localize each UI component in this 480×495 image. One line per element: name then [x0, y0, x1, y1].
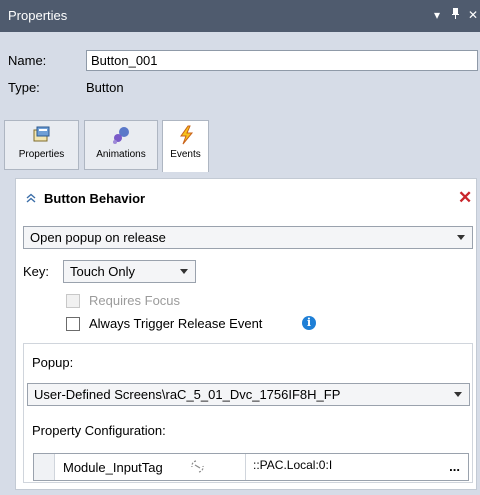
close-icon[interactable]: ✕ [468, 8, 478, 22]
property-config-label: Property Configuration: [32, 423, 166, 438]
key-value: Touch Only [70, 264, 136, 279]
tab-label: Events [170, 149, 201, 160]
chevron-down-icon [454, 392, 462, 397]
requires-focus-checkbox[interactable] [66, 294, 80, 308]
name-field[interactable]: Button_001 [86, 50, 478, 71]
window-title: Properties [8, 8, 68, 23]
tab-properties[interactable]: Properties [4, 120, 79, 170]
animations-icon [111, 125, 131, 145]
key-select[interactable]: Touch Only [63, 260, 196, 283]
behavior-select[interactable]: Open popup on release [23, 226, 473, 249]
type-value: Button [86, 80, 124, 95]
name-label: Name: [8, 53, 47, 68]
requires-focus-label: Requires Focus [89, 293, 181, 308]
popup-label: Popup: [32, 355, 74, 370]
popup-select[interactable]: User-Defined Screens\raC_5_01_Dvc_1756IF… [27, 383, 470, 406]
lightning-icon [176, 125, 196, 145]
collapse-icon[interactable] [26, 191, 36, 206]
pin-icon[interactable] [451, 7, 460, 22]
type-label: Type: [8, 80, 40, 95]
popup-value: User-Defined Screens\raC_5_01_Dvc_1756IF… [34, 387, 341, 402]
tab-label: Animations [96, 149, 146, 160]
property-value[interactable]: ::PAC.Local:0:I [253, 458, 332, 472]
section-title: Button Behavior [44, 191, 146, 206]
property-row: Module_InputTag ::PAC.Local:0:I ... [33, 453, 469, 481]
always-trigger-label: Always Trigger Release Event [89, 316, 263, 331]
behavior-value: Open popup on release [30, 230, 166, 245]
delete-icon[interactable]: ✕ [458, 188, 472, 208]
tab-label: Properties [18, 149, 65, 160]
chevron-down-icon [180, 269, 188, 274]
ellipsis-button[interactable]: ... [449, 459, 460, 474]
link-icon[interactable] [190, 459, 205, 477]
info-icon[interactable]: i [302, 316, 316, 330]
column-divider [245, 454, 246, 480]
tab-events[interactable]: Events [162, 120, 209, 172]
properties-icon [32, 125, 52, 145]
chevron-down-icon [457, 235, 465, 240]
title-bar: Properties ▾ ✕ [0, 0, 480, 32]
property-name: Module_InputTag [63, 460, 163, 475]
row-selector[interactable] [34, 454, 55, 480]
dropdown-menu-icon[interactable]: ▾ [434, 8, 440, 22]
key-label: Key: [23, 264, 50, 279]
object-header [0, 32, 480, 116]
tab-animations[interactable]: Animations [84, 120, 158, 170]
always-trigger-checkbox[interactable] [66, 317, 80, 331]
